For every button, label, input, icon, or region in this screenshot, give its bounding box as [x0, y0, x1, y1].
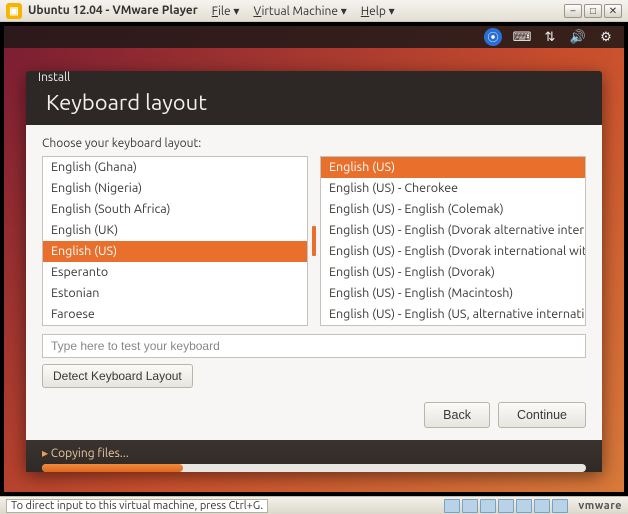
power-icon[interactable]: ⚙: [598, 29, 614, 45]
device-icon[interactable]: [534, 499, 550, 513]
progress-label: Copying files...: [42, 446, 586, 460]
vmware-input-hint: To direct input to this virtual machine,…: [6, 499, 268, 513]
device-icon[interactable]: [552, 499, 568, 513]
list-item[interactable]: English (US): [43, 241, 307, 262]
keyboard-test-input[interactable]: [42, 334, 586, 358]
variant-listbox[interactable]: English (US)English (US) - CherokeeEngli…: [320, 156, 586, 326]
installer-window: Install Keyboard layout Choose your keyb…: [26, 71, 602, 472]
vmware-window-title: Ubuntu 12.04 - VMware Player: [28, 4, 198, 17]
vmware-titlebar: ▣ Ubuntu 12.04 - VMware Player File ▾ Vi…: [0, 0, 628, 22]
installer-window-title: Install: [38, 71, 70, 84]
vmware-logo-icon: ▣: [6, 3, 22, 19]
list-item[interactable]: English (US) - English (Dvorak): [321, 262, 585, 283]
accessibility-icon[interactable]: ⦿: [484, 28, 502, 46]
ubuntu-desktop: ⦿ ⌨ ⇅ 🔊 ⚙ Install Keyboard layout Choose…: [4, 26, 624, 492]
minimize-button[interactable]: –: [564, 4, 582, 18]
list-item[interactable]: Esperanto: [43, 262, 307, 283]
progress-fill: [42, 464, 183, 472]
device-icon[interactable]: [498, 499, 514, 513]
list-separator: [312, 156, 316, 326]
list-item[interactable]: English (US) - English (US, alternative …: [321, 304, 585, 325]
list-item[interactable]: English (Ghana): [43, 157, 307, 178]
menu-file[interactable]: File ▾: [212, 4, 240, 18]
vmware-window-controls: – □ ✕: [564, 4, 622, 18]
network-icon[interactable]: ⇅: [542, 29, 558, 45]
device-icon[interactable]: [516, 499, 532, 513]
list-item[interactable]: English (UK): [43, 220, 307, 241]
detect-keyboard-button[interactable]: Detect Keyboard Layout: [42, 364, 193, 388]
vmware-status-bar: To direct input to this virtual machine,…: [0, 496, 628, 514]
keyboard-indicator-icon[interactable]: ⌨: [514, 29, 530, 45]
vmware-device-icons: [444, 499, 568, 513]
layout-lists: English (Ghana)English (Nigeria)English …: [42, 156, 586, 326]
list-item[interactable]: English (US) - English (Dvorak internati…: [321, 241, 585, 262]
menu-help[interactable]: Help ▾: [361, 4, 395, 18]
list-item[interactable]: English (South Africa): [43, 199, 307, 220]
list-item[interactable]: English (Nigeria): [43, 178, 307, 199]
list-item[interactable]: English (US): [321, 157, 585, 178]
maximize-button[interactable]: □: [584, 4, 602, 18]
progress-area: Copying files...: [26, 440, 602, 472]
device-icon[interactable]: [462, 499, 478, 513]
nav-buttons: Back Continue: [42, 402, 586, 428]
list-item[interactable]: English (US) - Cherokee: [321, 178, 585, 199]
list-item[interactable]: Filipino: [43, 325, 307, 326]
vmware-brand-label: vmware: [578, 500, 622, 512]
back-button[interactable]: Back: [424, 402, 490, 428]
list-item[interactable]: Estonian: [43, 283, 307, 304]
choose-layout-label: Choose your keyboard layout:: [42, 137, 586, 150]
list-item[interactable]: English (US) - English (Dvorak alternati…: [321, 220, 585, 241]
list-item[interactable]: English (US) - English (US, internationa…: [321, 325, 585, 326]
list-item[interactable]: English (US) - English (Colemak): [321, 199, 585, 220]
language-listbox[interactable]: English (Ghana)English (Nigeria)English …: [42, 156, 308, 326]
device-icon[interactable]: [480, 499, 496, 513]
installer-body: Choose your keyboard layout: English (Gh…: [26, 125, 602, 440]
progress-bar: [42, 464, 586, 472]
vmware-menu-bar: File ▾ Virtual Machine ▾ Help ▾: [212, 4, 395, 18]
device-icon[interactable]: [444, 499, 460, 513]
page-title: Keyboard layout: [46, 90, 582, 115]
list-item[interactable]: English (US) - English (Macintosh): [321, 283, 585, 304]
list-item[interactable]: Faroese: [43, 304, 307, 325]
continue-button[interactable]: Continue: [498, 402, 586, 428]
menu-virtual-machine[interactable]: Virtual Machine ▾: [253, 4, 346, 18]
close-button[interactable]: ✕: [604, 4, 622, 18]
sound-icon[interactable]: 🔊: [570, 29, 586, 45]
installer-titlebar[interactable]: Install: [26, 71, 602, 84]
guest-display: ⦿ ⌨ ⇅ 🔊 ⚙ Install Keyboard layout Choose…: [0, 22, 628, 496]
ubuntu-top-panel: ⦿ ⌨ ⇅ 🔊 ⚙: [4, 26, 624, 48]
installer-header: Keyboard layout: [26, 84, 602, 125]
